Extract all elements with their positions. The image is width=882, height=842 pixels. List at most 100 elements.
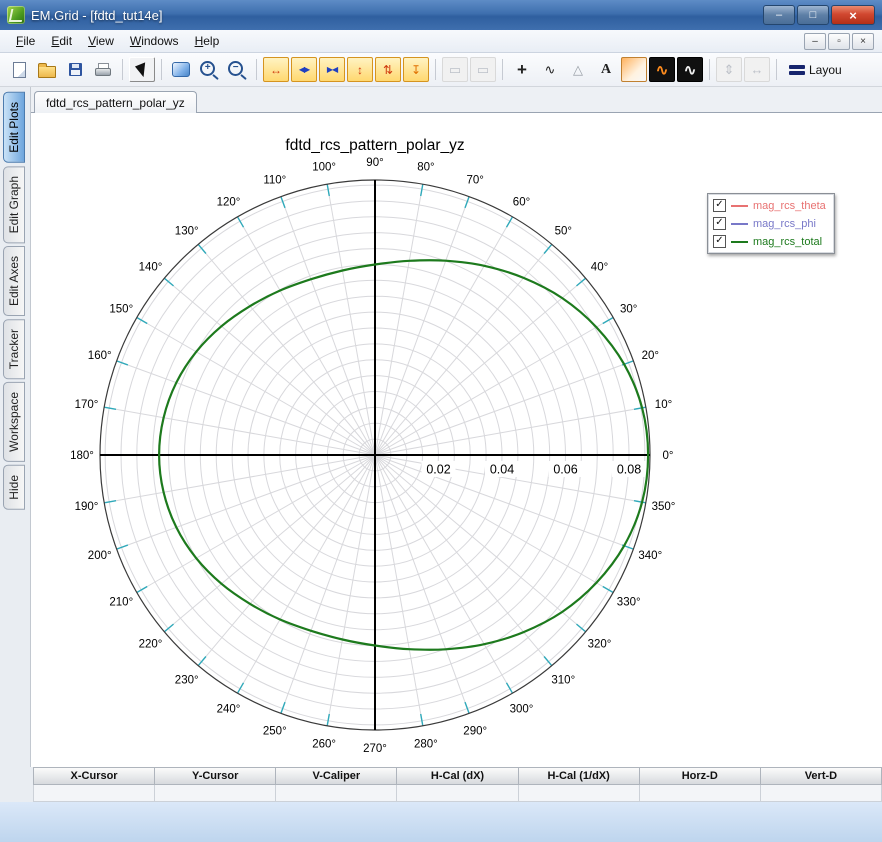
sidebar-tab-edit-graph[interactable]: Edit Graph: [3, 166, 25, 243]
title-bar: EM.Grid - [fdtd_tut14e] – □ ×: [0, 0, 882, 30]
expand-x-button[interactable]: ↔: [263, 57, 289, 82]
menu-item-windows[interactable]: Windows: [122, 32, 187, 50]
menu-item-edit[interactable]: Edit: [43, 32, 80, 50]
marker-triangle-button[interactable]: △: [565, 57, 591, 82]
document-tab[interactable]: fdtd_rcs_pattern_polar_yz: [34, 91, 197, 113]
mdi-window-controls: – ▫ ×: [804, 33, 878, 50]
radial-tick-label: 0.04: [490, 463, 514, 477]
toolbar-separator: [776, 59, 777, 80]
mdi-restore-button[interactable]: ▫: [828, 33, 850, 50]
legend-checkbox[interactable]: ✓: [713, 199, 726, 212]
pointer-tool-button[interactable]: [129, 57, 155, 82]
crosshair-tool-button[interactable]: +: [509, 57, 535, 82]
mdi-close-button[interactable]: ×: [852, 33, 874, 50]
angle-tick-label: 150°: [109, 304, 133, 316]
fit-vertical-button[interactable]: ⇕: [716, 57, 742, 82]
sidebar-tab-edit-plots[interactable]: Edit Plots: [3, 92, 25, 163]
legend-checkbox[interactable]: ✓: [713, 235, 726, 248]
region-clear-button[interactable]: ▭: [470, 57, 496, 82]
zoom-window-icon: [172, 62, 190, 77]
expand-y-button[interactable]: ↕: [347, 57, 373, 82]
angle-tick-label: 320°: [588, 638, 612, 650]
text-annotation-button[interactable]: A: [593, 57, 619, 82]
menu-item-help[interactable]: Help: [187, 32, 228, 50]
shrink-x-button[interactable]: ◀▶: [291, 57, 317, 82]
text-annotation-icon: A: [601, 62, 611, 78]
maximize-button[interactable]: □: [797, 5, 829, 25]
shrink-y-button[interactable]: ⇅: [375, 57, 401, 82]
close-button[interactable]: ×: [831, 5, 875, 25]
waveform-display-1-button[interactable]: ∿: [649, 57, 675, 82]
angle-tick-label: 230°: [175, 675, 199, 687]
footer-value-cell: [155, 785, 276, 802]
footer-value-cell: [33, 785, 155, 802]
fit-horizontal-icon: ↔: [751, 62, 764, 77]
zoom-out-button[interactable]: −: [224, 57, 250, 82]
new-file-icon: [13, 62, 26, 78]
angle-tick-label: 190°: [75, 501, 99, 513]
angle-tick-label: 170°: [75, 399, 99, 411]
footer-value-cell: [397, 785, 518, 802]
legend-label: mag_rcs_total: [753, 236, 822, 248]
print-icon: [95, 63, 111, 76]
legend-label: mag_rcs_theta: [753, 200, 826, 212]
menu-item-file[interactable]: File: [8, 32, 43, 50]
angle-tick-label: 300°: [510, 704, 534, 716]
footer-header-y-cursor: Y-Cursor: [155, 767, 276, 785]
plot-panel: 0.020.040.060.080°10°20°30°40°50°60°70°8…: [31, 113, 882, 767]
fit-horizontal-button[interactable]: ↔: [744, 57, 770, 82]
save-file-button[interactable]: [62, 57, 88, 82]
open-file-button[interactable]: [34, 57, 60, 82]
angle-tick-label: 200°: [88, 550, 112, 562]
footer-value-cell: [519, 785, 640, 802]
waveform-display-2-button[interactable]: ∿: [677, 57, 703, 82]
footer-value-cell: [761, 785, 882, 802]
crosshair-tool-icon: +: [517, 60, 527, 80]
window-bottom-frame: [0, 802, 882, 842]
footer-value-row: [33, 785, 882, 802]
fit-y-button[interactable]: ↧: [403, 57, 429, 82]
center-x-button[interactable]: ▶◀: [319, 57, 345, 82]
plot-title: fdtd_rcs_pattern_polar_yz: [285, 137, 464, 154]
angle-tick-label: 40°: [591, 262, 608, 274]
sidebar-tab-workspace[interactable]: Workspace: [3, 382, 25, 462]
minimize-button[interactable]: –: [763, 5, 795, 25]
sidebar-tab-hide[interactable]: Hide: [3, 465, 25, 510]
angle-tick-label: 260°: [312, 739, 336, 751]
toolbar-separator: [435, 59, 436, 80]
expand-y-icon: ↕: [357, 64, 363, 76]
app-window: EM.Grid - [fdtd_tut14e] – □ × FileEditVi…: [0, 0, 882, 840]
shrink-y-icon: ⇅: [383, 64, 393, 76]
sidebar-tab-tracker[interactable]: Tracker: [3, 319, 25, 379]
layout-label: Layou: [809, 63, 842, 77]
toolbar-separator: [161, 59, 162, 80]
fit-y-icon: ↧: [411, 64, 421, 76]
new-file-button[interactable]: [6, 57, 32, 82]
tracker-curve-button[interactable]: ∿: [537, 57, 563, 82]
fill-style-button[interactable]: [621, 57, 647, 82]
zoom-in-button[interactable]: +: [196, 57, 222, 82]
legend-line-swatch: [731, 205, 748, 207]
zoom-window-button[interactable]: [168, 57, 194, 82]
angle-tick-label: 280°: [414, 739, 438, 751]
layout-icon: [789, 65, 805, 75]
menu-items: FileEditViewWindowsHelp: [8, 32, 804, 50]
zoom-out-icon: −: [228, 61, 243, 76]
angle-tick-label: 120°: [217, 196, 241, 208]
sidebar-tab-edit-axes[interactable]: Edit Axes: [3, 246, 25, 316]
sidebar: Edit Plots Edit Graph Edit Axes Tracker Work…: [0, 87, 31, 767]
footer-value-cell: [276, 785, 397, 802]
menu-item-view[interactable]: View: [80, 32, 122, 50]
region-select-button[interactable]: ▭: [442, 57, 468, 82]
app-logo-icon: [7, 6, 25, 24]
legend-checkbox[interactable]: ✓: [713, 217, 726, 230]
layout-button[interactable]: Layou: [783, 57, 848, 82]
angle-tick-label: 290°: [463, 725, 487, 737]
toolbar-separator: [502, 59, 503, 80]
angle-tick-label: 100°: [312, 162, 336, 174]
mdi-minimize-button[interactable]: –: [804, 33, 826, 50]
angle-tick-label: 90°: [366, 157, 383, 169]
angle-tick-label: 220°: [139, 638, 163, 650]
print-button[interactable]: [90, 57, 116, 82]
angle-tick-label: 270°: [363, 743, 387, 755]
